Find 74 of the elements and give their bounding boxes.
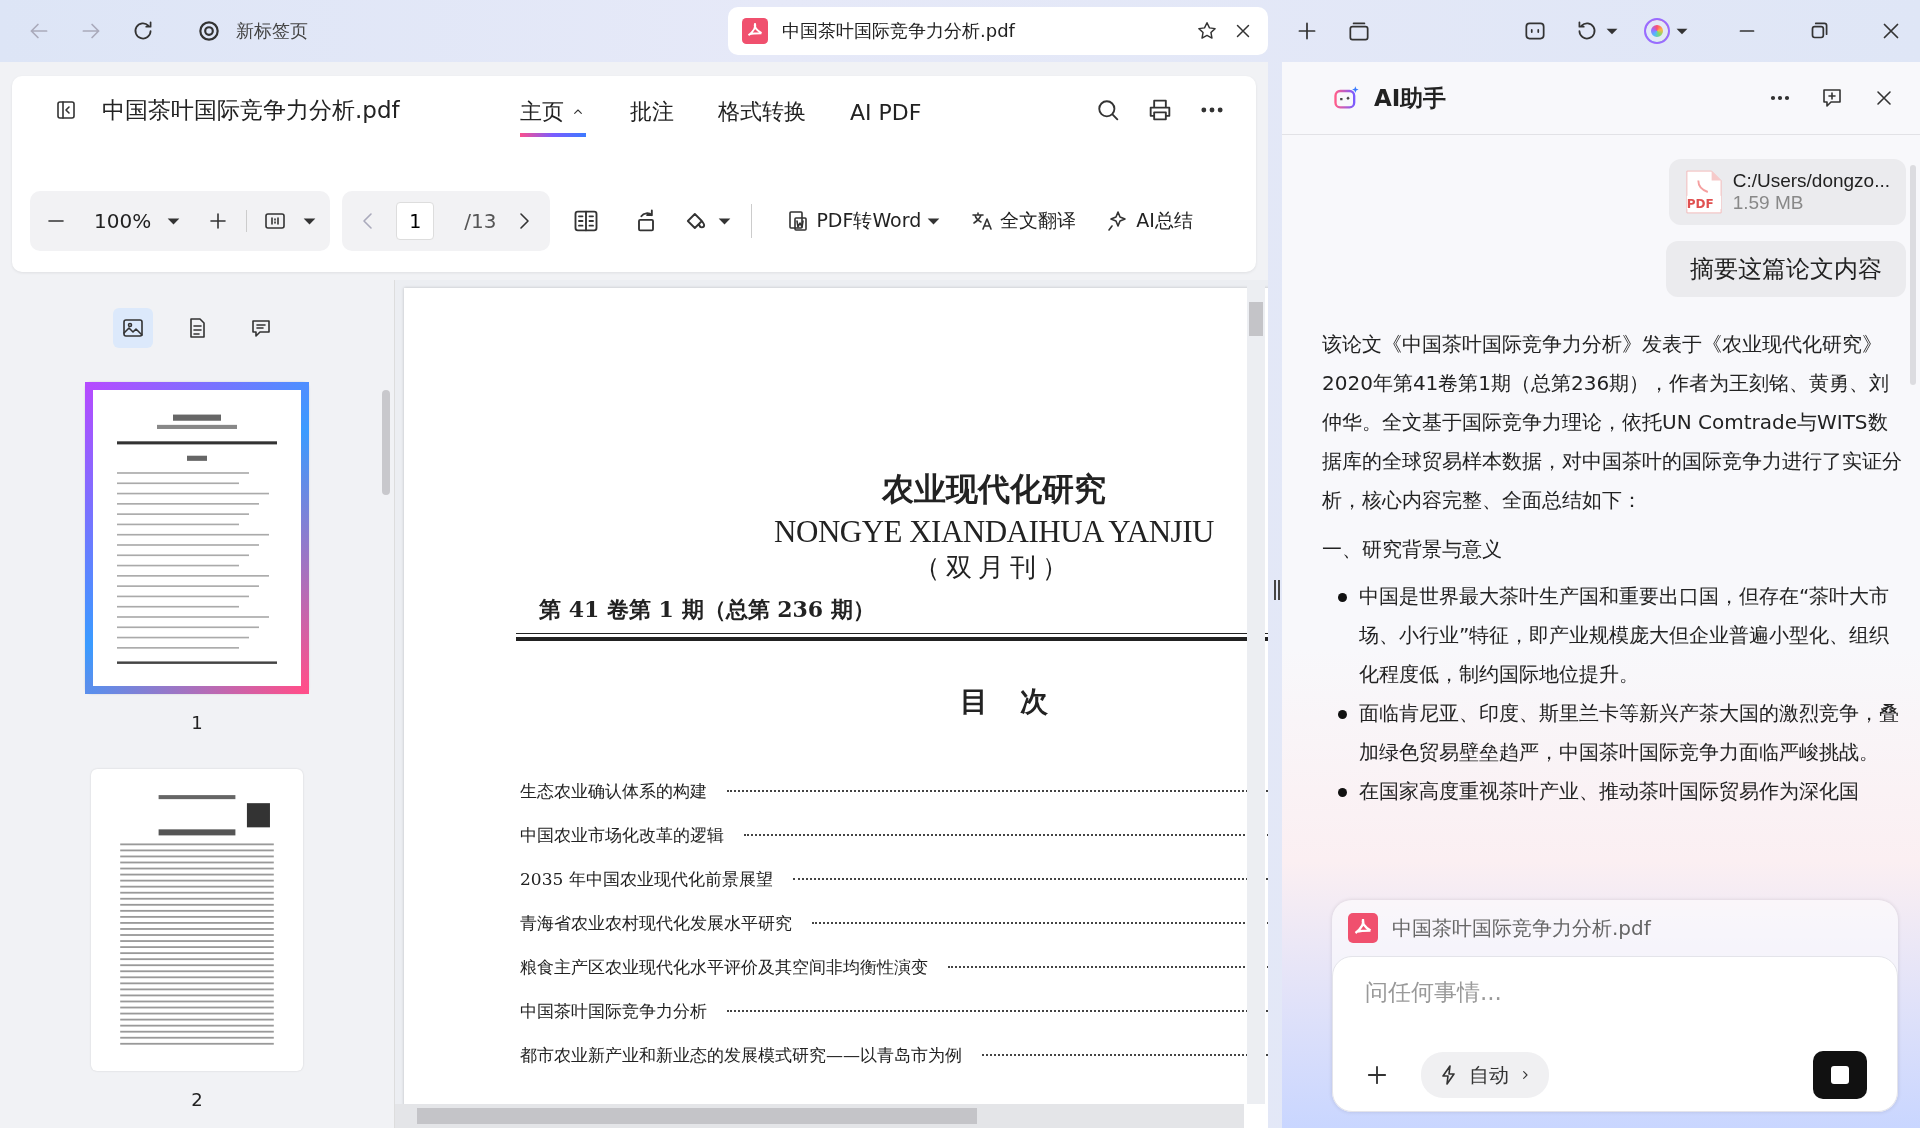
translate-icon — [970, 209, 995, 233]
message-input[interactable]: 问任何事情... — [1363, 971, 1867, 1013]
caret-icon[interactable] — [1606, 27, 1618, 35]
browser-tab[interactable]: 中国茶叶国际竞争力分析.pdf — [728, 7, 1268, 55]
answer-bullet: 在国家高度重视茶叶产业、推动茶叶国际贸易作为深化国 — [1359, 778, 1859, 805]
convert-button[interactable]: PDF转Word — [782, 208, 945, 234]
journal-frequency: （双月刊） — [913, 551, 1075, 584]
panel-title: AI助手 — [1374, 83, 1447, 113]
journal-title: 农业现代化研究 — [880, 469, 1107, 510]
bullet-icon — [1338, 593, 1347, 602]
page-number: 1 — [191, 712, 203, 733]
image-icon — [121, 316, 145, 340]
file-title: 中国茶叶国际竞争力分析.pdf — [102, 95, 401, 125]
mode-selector[interactable]: 自动 — [1421, 1052, 1549, 1098]
page-thumbnail[interactable] — [91, 769, 303, 1071]
caret-icon — [167, 217, 181, 225]
scrollbar-thumb[interactable] — [382, 390, 390, 495]
caret-icon[interactable] — [718, 217, 732, 225]
contents-heading: 目 次 — [959, 684, 1049, 720]
attached-file-name: 中国茶叶国际竞争力分析.pdf — [1392, 914, 1651, 942]
file-name: C:/Users/dongzo... — [1732, 170, 1890, 192]
zoom-value: 100% — [94, 209, 152, 233]
contents-entry: 中国茶叶国际竞争力分析 — [520, 999, 707, 1023]
contents-entry: 粮食主产区农业现代化水平评价及其空间非均衡性演变 — [520, 955, 928, 979]
scrollbar-thumb[interactable] — [1910, 165, 1916, 385]
issue-line: 第 41 卷第 1 期（总第 236 期） — [539, 595, 876, 624]
answer-heading: 一、研究背景与意义 — [1322, 536, 1503, 563]
page-total: /13 — [464, 209, 497, 233]
scrollbar-thumb[interactable] — [417, 1108, 977, 1124]
browser-logo-icon — [196, 18, 222, 44]
contents-entry: 2035 年中国农业现代化前景展望 — [520, 867, 773, 891]
pdf-icon — [1348, 913, 1378, 943]
summary-button[interactable]: AI总结 — [1102, 208, 1197, 234]
translate-button[interactable]: 全文翻译 — [966, 208, 1081, 234]
tab-title: 中国茶叶国际竞争力分析.pdf — [782, 19, 1015, 43]
assistant-icon — [1332, 84, 1360, 112]
browser-tab[interactable]: 新标签页 — [182, 7, 322, 55]
contents-entry: 中国农业市场化改革的逻辑 — [520, 823, 724, 847]
file-type-label: PDF — [1686, 197, 1714, 211]
star-icon[interactable] — [1196, 20, 1218, 42]
menu-tab[interactable]: 主页 — [520, 91, 586, 137]
stop-button[interactable] — [1813, 1051, 1867, 1099]
caret-icon[interactable] — [1676, 27, 1688, 35]
menu-tab[interactable]: AI PDF — [850, 91, 922, 137]
page-thumbnail[interactable] — [85, 382, 309, 694]
tab-title: 新标签页 — [236, 19, 308, 43]
file-size: 1.59 MB — [1732, 192, 1805, 214]
resize-handle[interactable] — [1274, 580, 1280, 600]
journal-subtitle: NONGYE XIANDAIHUA YANJIU — [773, 514, 1215, 550]
pdf-icon — [742, 18, 768, 44]
answer-paragraph: 该论文《中国茶叶国际竞争力分析》发表于《农业现代化研究》2020年第41卷第1期（总第236期），作者为王刻铭、黄勇、刘仲华。全文基于国际竞争力理论，依托UN Comtrade与WITS数据库的全球贸易样本数据，对中国茶叶的国际竞争力进行了实证分析，核心内容完整、全面总结如下： — [1322, 331, 1903, 514]
contents-entry: 青海省农业农村现代化发展水平研究 — [520, 911, 792, 935]
contents-entry: 生态农业确认体系的构建 — [520, 779, 707, 803]
page-input[interactable]: 1 — [396, 202, 435, 240]
menu-tab[interactable]: 格式转换 — [718, 91, 806, 137]
attachment-card[interactable]: PDF C:/Users/dongzo... 1.59 MB — [1668, 159, 1906, 225]
scrollbar-thumb[interactable] — [1249, 302, 1263, 336]
stop-icon — [1831, 1066, 1849, 1084]
bullet-icon — [1338, 710, 1347, 719]
user-message: 摘要这篇论文内容 — [1666, 241, 1906, 297]
page-number: 2 — [191, 1089, 203, 1110]
thumbnails-tab[interactable] — [113, 308, 153, 348]
sidebar-toggle-icon[interactable] — [54, 98, 78, 122]
caret-icon — [927, 217, 941, 225]
answer-bullet: 中国是世界最大茶叶生产国和重要出口国，但存在“茶叶大市场、小行业”特征，即产业规模庞大但企业普遍小型化、组织化程度低，制约国际地位提升。 — [1359, 583, 1891, 688]
caret-icon[interactable] — [303, 217, 317, 225]
contents-entry: 都市农业新产业和新业态的发展模式研究——以青岛市为例 — [520, 1043, 962, 1067]
menu-tab[interactable]: 批注 — [630, 91, 674, 137]
new-chat-icon[interactable] — [1820, 86, 1844, 110]
zoom-dropdown[interactable]: 100% — [84, 209, 191, 233]
bullet-icon — [1338, 788, 1347, 797]
answer-bullet: 面临肯尼亚、印度、斯里兰卡等新兴产茶大国的激烈竞争，叠加绿色贸易壁垒趋严，中国茶叶国际竞争力面临严峻挑战。 — [1359, 700, 1900, 766]
file-icon — [1684, 169, 1723, 215]
color-wheel-icon[interactable] — [1644, 18, 1670, 44]
